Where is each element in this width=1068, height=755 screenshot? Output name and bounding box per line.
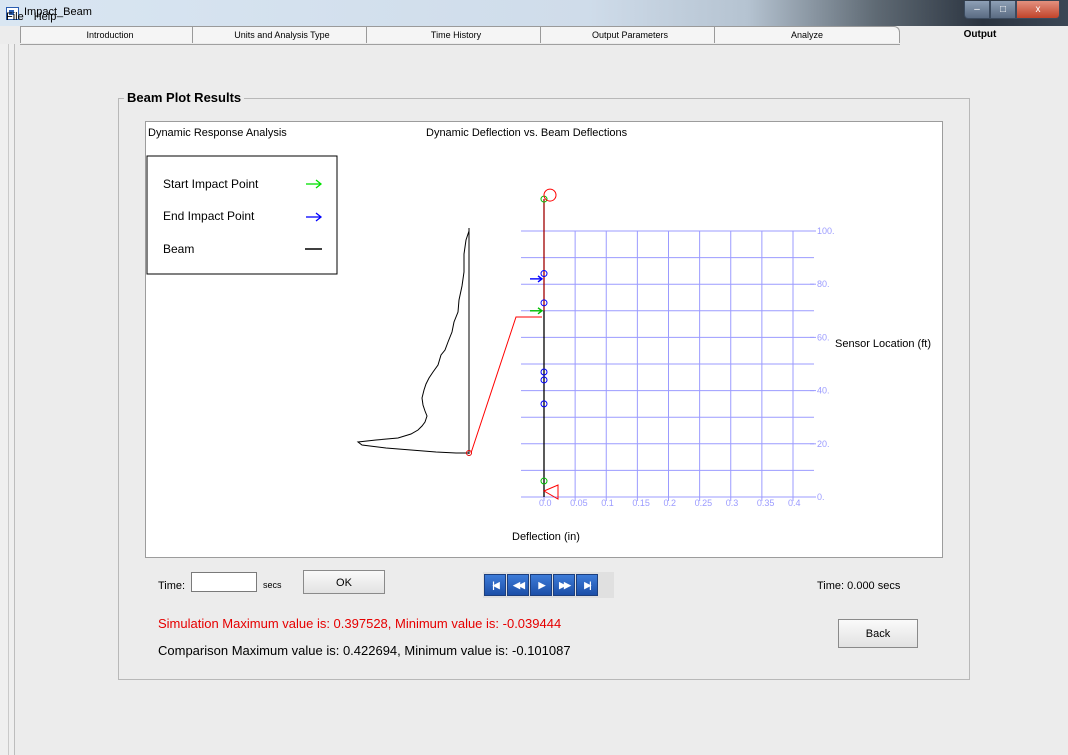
x-tick-label: 0.25 xyxy=(695,498,713,508)
x-tick-label: 0.1 xyxy=(601,498,614,508)
left-edge-panel xyxy=(0,44,15,755)
tab-output[interactable]: Output xyxy=(900,26,1060,45)
rewind-icon: ◀◀ xyxy=(513,579,525,590)
time-input[interactable] xyxy=(191,572,257,592)
menu-help[interactable]: Help xyxy=(28,10,61,24)
last-frame-icon: ▶| xyxy=(584,579,592,590)
plot-panel: Dynamic Response Analysis Dynamic Deflec… xyxy=(145,121,943,558)
beam-plot: Dynamic Response Analysis Dynamic Deflec… xyxy=(146,127,931,543)
plot-left-title: Dynamic Response Analysis xyxy=(148,127,287,139)
dynamic-response-curve xyxy=(356,230,470,454)
play-button[interactable]: ▶ xyxy=(530,574,552,596)
x-tick-label: 0.3 xyxy=(726,498,739,508)
fast-forward-button[interactable]: ▶▶ xyxy=(553,574,575,596)
y-tick-label: 40. xyxy=(817,386,830,396)
simulation-message: Simulation Maximum value is: 0.397528, M… xyxy=(158,616,562,631)
y-tick-label: 100. xyxy=(817,226,835,236)
x-tick-label: 0.0 xyxy=(539,498,552,508)
comparison-message: Comparison Maximum value is: 0.422694, M… xyxy=(158,643,571,658)
tab-analyze[interactable]: Analyze xyxy=(714,26,900,43)
first-frame-icon: |◀ xyxy=(492,579,500,590)
playback-controls: |◀ ◀◀ ▶ ▶▶ ▶| xyxy=(483,572,614,598)
x-axis-label: Deflection (in) xyxy=(512,531,580,543)
legend-label-end-impact: End Impact Point xyxy=(163,209,255,223)
secs-label: secs xyxy=(263,580,282,590)
plot-center-title: Dynamic Deflection vs. Beam Deflections xyxy=(426,127,628,139)
time-status: Time: 0.000 secs xyxy=(817,580,901,592)
maximize-button[interactable]: □ xyxy=(990,1,1016,19)
rewind-button[interactable]: ◀◀ xyxy=(507,574,529,596)
x-tick-label: 0.15 xyxy=(632,498,650,508)
last-frame-button[interactable]: ▶| xyxy=(576,574,598,596)
window-controls: – □ x xyxy=(964,1,1060,19)
x-tick-label: 0.35 xyxy=(757,498,775,508)
deflection-chart: 0.0 0.05 0.1 0.15 0.2 0.25 0.3 0.35 0.4 0. 20. 40. 6… xyxy=(521,188,835,508)
ok-button[interactable]: OK xyxy=(303,570,385,594)
first-frame-button[interactable]: |◀ xyxy=(484,574,506,596)
time-label: Time: xyxy=(158,580,186,592)
play-icon: ▶ xyxy=(538,579,546,590)
back-button[interactable]: Back xyxy=(838,619,918,648)
legend-label-start-impact: Start Impact Point xyxy=(163,177,259,191)
y-tick-label: 60. xyxy=(817,332,830,342)
minimize-button[interactable]: – xyxy=(964,1,990,19)
tab-introduction[interactable]: Introduction xyxy=(20,26,200,43)
y-tick-label: 20. xyxy=(817,439,830,449)
fast-forward-icon: ▶▶ xyxy=(559,579,571,590)
x-tick-label: 0.2 xyxy=(664,498,677,508)
tab-bar: Introduction Units and Analysis Type Tim… xyxy=(20,26,1060,45)
x-tick-label: 0.05 xyxy=(570,498,588,508)
tab-units-and-analysis-type[interactable]: Units and Analysis Type xyxy=(192,26,372,43)
group-title: Beam Plot Results xyxy=(124,90,245,105)
top-marker xyxy=(543,188,557,202)
y-tick-label: 80. xyxy=(817,279,830,289)
menu-file[interactable]: File xyxy=(0,10,28,24)
legend-label-beam: Beam xyxy=(163,242,194,256)
tab-time-history[interactable]: Time History xyxy=(366,26,546,43)
close-button[interactable]: x xyxy=(1016,1,1060,19)
tab-output-parameters[interactable]: Output Parameters xyxy=(540,26,720,43)
menu-bar: File Help xyxy=(0,10,60,24)
window-titlebar: Impact_Beam – □ x xyxy=(0,0,1068,26)
y-axis-label: Sensor Location (ft) xyxy=(835,338,931,350)
y-tick-label: 0. xyxy=(817,492,825,502)
x-tick-label: 0.4 xyxy=(788,498,801,508)
